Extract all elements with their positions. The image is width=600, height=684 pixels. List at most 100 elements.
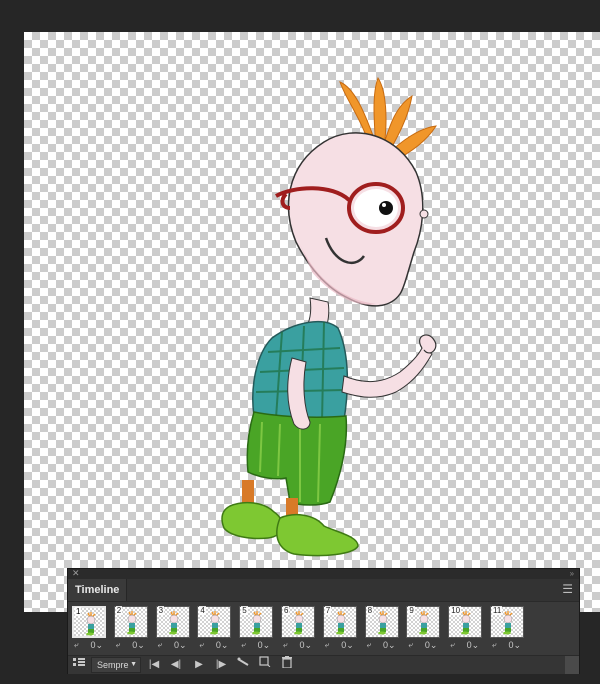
- frame-thumbnail-image: [168, 611, 179, 635]
- close-icon[interactable]: ✕: [72, 568, 80, 579]
- tween-marker-icon: ⤶: [324, 640, 330, 649]
- frame-delay-select[interactable]: 0⌄: [425, 639, 438, 651]
- frame-meta: ⤶ 0⌄: [239, 639, 273, 651]
- frame-6[interactable]: 6 ⤶ 0⌄: [281, 606, 315, 652]
- frame-delay-value: 0: [466, 640, 472, 650]
- frame-4[interactable]: 4 ⤶ 0⌄: [197, 606, 232, 652]
- tween-marker-icon: ⤶: [115, 640, 121, 649]
- frame-delay-value: 0: [257, 640, 263, 650]
- tween-icon[interactable]: [234, 656, 252, 674]
- frame-5[interactable]: 5 ⤶ 0⌄: [239, 606, 274, 652]
- frame-thumbnail[interactable]: 1: [72, 606, 106, 638]
- frame-9[interactable]: 9 ⤶ 0⌄: [406, 606, 441, 652]
- frame-meta: ⤶ 0⌄: [156, 639, 190, 651]
- frame-delay-select[interactable]: 0⌄: [299, 639, 312, 651]
- frame-thumbnail[interactable]: 8: [364, 606, 399, 638]
- frame-thumbnail-image: [503, 611, 513, 635]
- frame-delay-select[interactable]: 0⌄: [132, 639, 145, 651]
- frame-thumbnail-image: [377, 611, 388, 635]
- play-icon[interactable]: ▶: [191, 656, 207, 674]
- panel-top-bar: ✕ ››: [68, 568, 579, 579]
- frame-thumbnail-image: [419, 611, 429, 635]
- frame-meta: ⤶ 0⌄: [406, 639, 440, 651]
- timeline-controls: Sempre ▼ |◀ ◀| ▶ |▶: [68, 655, 579, 674]
- frame-meta: ⤶ 0⌄: [323, 639, 357, 651]
- frame-thumbnail[interactable]: 10: [448, 606, 483, 638]
- frame-delay-select[interactable]: 0⌄: [216, 639, 229, 651]
- tween-marker-icon: ⤶: [157, 640, 163, 649]
- frame-meta: ⤶ 0⌄: [365, 639, 399, 651]
- frame-3[interactable]: 3 ⤶ 0⌄: [155, 606, 190, 652]
- trash-icon[interactable]: [278, 656, 296, 674]
- frame-thumbnail[interactable]: 6: [281, 606, 315, 638]
- frame-8[interactable]: 8 ⤶ 0⌄: [364, 606, 399, 652]
- tween-marker-icon: ⤶: [408, 640, 413, 649]
- frame-2[interactable]: 2 ⤶ 0⌄: [113, 606, 148, 652]
- panel-tab-row: Timeline ☰: [68, 579, 579, 602]
- frame-thumbnail[interactable]: 4: [197, 606, 232, 638]
- frame-thumbnail[interactable]: 3: [155, 606, 190, 638]
- frame-thumbnail[interactable]: 2: [113, 606, 148, 638]
- frame-thumbnail-image: [335, 611, 346, 635]
- frame-meta: ⤶ 0⌄: [490, 639, 524, 651]
- document-canvas[interactable]: [24, 32, 600, 612]
- next-frame-icon[interactable]: |▶: [213, 656, 229, 674]
- frame-thumbnail-image: [126, 611, 137, 635]
- frame-delay-value: 0: [424, 640, 430, 650]
- controls-end-block: [565, 656, 579, 674]
- frame-delay-value: 0: [90, 640, 96, 650]
- tween-marker-icon: ⤶: [241, 640, 246, 649]
- tween-marker-icon: ⤶: [450, 640, 455, 649]
- frame-thumbnail[interactable]: 7: [322, 606, 357, 638]
- right-shoe: [276, 513, 359, 557]
- timeline-panel: ✕ ›› Timeline ☰ 1 ⤶ 0⌄ 2 ⤶ 0⌄ 3 ⤶ 0⌄ 4 ⤶ 0⌄ 5 ⤶ 0⌄ 6 ⤶ 0⌄…: [67, 568, 580, 674]
- frame-delay-value: 0: [383, 640, 389, 650]
- tween-marker-icon: ⤶: [366, 640, 372, 649]
- frame-1[interactable]: 1 ⤶ 0⌄: [72, 606, 106, 652]
- collapse-icon[interactable]: ››: [570, 568, 574, 579]
- frame-delay-value: 0: [299, 640, 305, 650]
- frame-11[interactable]: 11 ⤶ 0⌄: [490, 606, 524, 652]
- frame-delay-value: 0: [132, 640, 138, 650]
- frame-delay-select[interactable]: 0⌄: [467, 639, 480, 651]
- frame-delay-value: 0: [215, 640, 221, 650]
- frame-10[interactable]: 10 ⤶ 0⌄: [448, 606, 483, 652]
- frame-delay-select[interactable]: 0⌄: [258, 639, 271, 651]
- frame-meta: ⤶ 0⌄: [114, 639, 148, 651]
- convert-to-video-timeline-icon[interactable]: [70, 656, 88, 674]
- first-frame-icon[interactable]: |◀: [146, 656, 162, 674]
- frame-thumbnail-image: [210, 611, 220, 635]
- frame-thumbnail-image: [294, 611, 304, 635]
- frame-delay-select[interactable]: 0⌄: [341, 639, 354, 651]
- cartoon-character: [221, 76, 437, 557]
- frame-7[interactable]: 7 ⤶ 0⌄: [322, 606, 357, 652]
- frame-delay-value: 0: [508, 640, 514, 650]
- loop-options-select[interactable]: Sempre ▼: [91, 657, 141, 673]
- frame-thumbnail-image: [252, 611, 262, 635]
- tween-marker-icon: ⤶: [283, 640, 288, 649]
- frame-strip: 1 ⤶ 0⌄ 2 ⤶ 0⌄ 3 ⤶ 0⌄ 4 ⤶ 0⌄ 5 ⤶ 0⌄ 6 ⤶ 0⌄ 7 ⤶ 0⌄ 8 ⤶ 0⌄ 9 ⤶ 0⌄ 10 ⤶ 0…: [72, 606, 572, 654]
- loop-option-label: Sempre: [97, 660, 129, 670]
- frame-delay-value: 0: [174, 640, 180, 650]
- frame-delay-select[interactable]: 0⌄: [174, 639, 187, 651]
- chevron-down-icon: ▼: [130, 661, 137, 668]
- duplicate-frame-icon[interactable]: [256, 656, 274, 674]
- panel-menu-icon[interactable]: ☰: [562, 582, 573, 596]
- frame-thumbnail[interactable]: 5: [239, 606, 274, 638]
- frame-thumbnail-image: [461, 611, 471, 635]
- frame-meta: ⤶ 0⌄: [281, 639, 315, 651]
- frame-delay-select[interactable]: 0⌄: [90, 639, 103, 651]
- tween-marker-icon: ⤶: [74, 640, 79, 649]
- previous-frame-icon[interactable]: ◀|: [168, 656, 184, 674]
- frame-delay-select[interactable]: 0⌄: [508, 639, 521, 651]
- tab-timeline[interactable]: Timeline: [68, 579, 128, 601]
- left-shoe: [221, 501, 283, 540]
- frame-meta: ⤶ 0⌄: [448, 639, 482, 651]
- frame-thumbnail[interactable]: 11: [490, 606, 524, 638]
- frame-delay-select[interactable]: 0⌄: [383, 639, 396, 651]
- frame-thumbnail-image: [86, 612, 96, 636]
- tween-marker-icon: ⤶: [199, 640, 204, 649]
- tween-marker-icon: ⤶: [492, 640, 497, 649]
- frame-thumbnail[interactable]: 9: [406, 606, 441, 638]
- frame-delay-value: 0: [341, 640, 347, 650]
